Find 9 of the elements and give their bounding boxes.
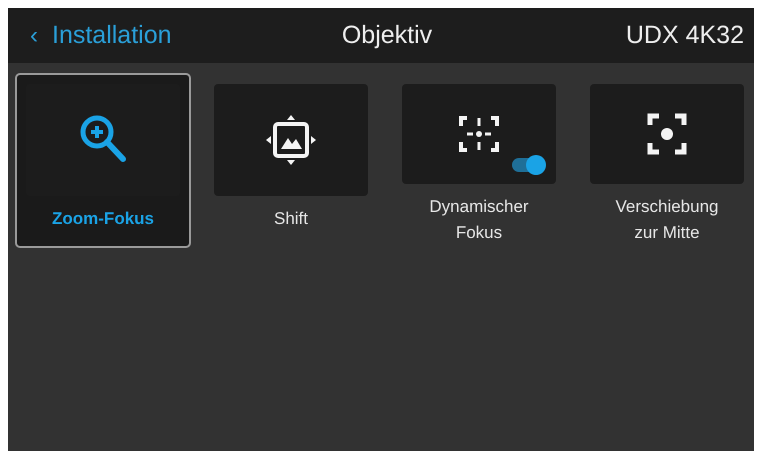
- lens-function-tile[interactable]: Zoom-Fokus: [15, 73, 191, 248]
- lens-function-tile[interactable]: Verschiebung zur Mitte: [579, 73, 755, 248]
- lens-function-tile[interactable]: Shift: [203, 73, 379, 248]
- back-chevron-icon: ‹: [30, 22, 38, 50]
- back-button[interactable]: ‹ Installation: [30, 21, 172, 50]
- device-name: UDX 4K32: [626, 21, 744, 50]
- toggle-switch[interactable]: [512, 158, 544, 172]
- screen-title: Objektiv: [342, 21, 432, 50]
- lens-function-tile[interactable]: Dynamischer Fokus: [391, 73, 567, 248]
